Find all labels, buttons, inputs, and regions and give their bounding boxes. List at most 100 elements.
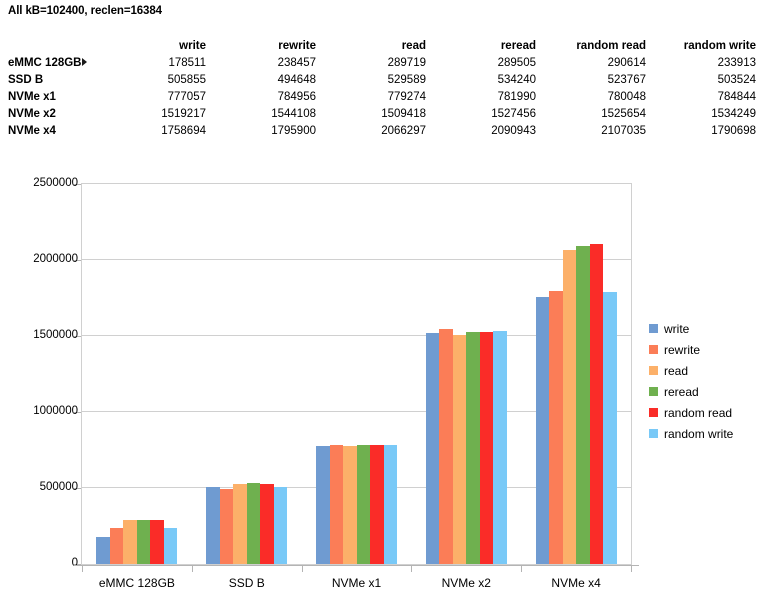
table-row: NVMe x4 1758694 1795900 2066297 2090943 … bbox=[0, 123, 768, 140]
row-label-text: NVMe x1 bbox=[8, 91, 56, 103]
bar-random-write bbox=[383, 444, 397, 564]
legend-label: read bbox=[664, 363, 689, 378]
cell-value: 1527456 bbox=[491, 108, 536, 120]
bar-write bbox=[535, 296, 550, 564]
bar-reread bbox=[246, 482, 261, 564]
cell-value: 1534249 bbox=[711, 108, 756, 120]
x-axis-tick bbox=[191, 565, 193, 572]
bar-chart: 0 500000 1000000 1500000 2000000 2500000 eMMC… bbox=[0, 170, 768, 616]
bar-groups bbox=[82, 184, 631, 564]
row-header-nvme-x4: NVMe x4 bbox=[0, 123, 108, 140]
cell-overflow-marker-icon bbox=[81, 58, 87, 67]
cell-value: 233913 bbox=[717, 57, 756, 69]
bar-read bbox=[343, 445, 357, 564]
cell-value: 1519217 bbox=[161, 108, 206, 120]
cell-value: 1795900 bbox=[271, 125, 316, 137]
bar-group bbox=[425, 184, 507, 564]
y-axis-label: 2500000 bbox=[33, 177, 78, 189]
legend-label: random read bbox=[664, 405, 733, 420]
bar-group bbox=[96, 184, 178, 564]
cell-value: 529589 bbox=[387, 74, 426, 86]
bar-rewrite bbox=[439, 329, 453, 564]
x-axis-label: NVMe x1 bbox=[331, 576, 382, 590]
x-axis-tick bbox=[301, 565, 303, 572]
bar-reread bbox=[576, 246, 590, 564]
column-header-reread: reread bbox=[500, 40, 536, 52]
bar-reread bbox=[356, 445, 370, 564]
bar-random-read bbox=[479, 332, 494, 564]
legend-label: write bbox=[664, 321, 690, 336]
bar-read bbox=[452, 334, 467, 564]
bar-write bbox=[96, 536, 110, 564]
bar-group bbox=[316, 184, 397, 564]
bar-rewrite bbox=[549, 291, 563, 564]
cell-value: 784956 bbox=[277, 91, 316, 103]
bar-random-write bbox=[163, 528, 178, 564]
cell-value: 779274 bbox=[387, 91, 426, 103]
cell-value: 289505 bbox=[497, 57, 536, 69]
cell-value: 238457 bbox=[277, 57, 316, 69]
benchmark-table: write rewrite read reread random read ra… bbox=[0, 38, 768, 140]
cell-value: 2066297 bbox=[381, 125, 426, 137]
legend-swatch-icon bbox=[649, 324, 658, 333]
table-body: eMMC 128GB 178511 238457 289719 289505 2… bbox=[0, 55, 768, 140]
bar-random-write bbox=[493, 330, 507, 564]
legend-label: random write bbox=[664, 426, 734, 441]
bar-rewrite bbox=[329, 444, 343, 564]
legend-label: reread bbox=[664, 384, 699, 399]
row-header-emmc: eMMC 128GB bbox=[0, 55, 108, 72]
x-axis-label: eMMC 128GB bbox=[98, 576, 175, 590]
legend-item-write[interactable]: write bbox=[649, 318, 733, 339]
cell-value: 781990 bbox=[497, 91, 536, 103]
legend-swatch-icon bbox=[649, 387, 658, 396]
table-row: NVMe x2 1519217 1544108 1509418 1527456 … bbox=[0, 106, 768, 123]
cell-value: 1790698 bbox=[711, 125, 756, 137]
cell-value: 523767 bbox=[607, 74, 646, 86]
row-label-text: NVMe x4 bbox=[8, 125, 56, 137]
legend-item-read[interactable]: read bbox=[649, 360, 733, 381]
bar-rewrite bbox=[109, 527, 124, 564]
cell-value: 1509418 bbox=[381, 108, 426, 120]
x-axis-tick bbox=[411, 565, 413, 572]
legend-item-random-write[interactable]: random write bbox=[649, 423, 733, 444]
x-axis-label: NVMe x4 bbox=[551, 576, 601, 590]
legend-item-reread[interactable]: reread bbox=[649, 381, 733, 402]
column-header-read: read bbox=[401, 40, 426, 52]
bar-group bbox=[206, 184, 288, 564]
cell-value: 503524 bbox=[717, 74, 756, 86]
row-label-text: SSD B bbox=[8, 74, 44, 86]
bar-write bbox=[316, 445, 330, 564]
cell-value: 178511 bbox=[168, 57, 206, 69]
x-axis-tick bbox=[82, 565, 83, 572]
x-axis-label: NVMe x2 bbox=[441, 576, 491, 590]
chart-legend: write rewrite read reread random read random … bbox=[649, 318, 733, 444]
bar-read bbox=[233, 483, 247, 564]
column-header-random-read: random read bbox=[576, 40, 646, 52]
cell-value: 784844 bbox=[717, 91, 756, 103]
row-label-text: eMMC 128GB bbox=[8, 57, 82, 69]
cell-value: 534240 bbox=[497, 74, 536, 86]
cell-value: 777057 bbox=[167, 91, 206, 103]
legend-item-rewrite[interactable]: rewrite bbox=[649, 339, 733, 360]
bar-random-read bbox=[260, 484, 274, 564]
bar-read bbox=[562, 249, 577, 564]
cell-value: 1525654 bbox=[601, 108, 646, 120]
x-axis-tick bbox=[521, 565, 523, 572]
legend-item-random-read[interactable]: random read bbox=[649, 402, 733, 423]
x-axis-label: SSD B bbox=[228, 576, 265, 590]
row-header-nvme-x2: NVMe x2 bbox=[0, 106, 108, 123]
cell-value: 289719 bbox=[387, 57, 426, 69]
bar-read bbox=[123, 519, 137, 564]
sheet-title: All kB=102400, reclen=16384 bbox=[8, 5, 162, 17]
cell-value: 780048 bbox=[607, 91, 646, 103]
row-header-nvme-x1: NVMe x1 bbox=[0, 89, 108, 106]
column-header-rewrite: rewrite bbox=[278, 40, 316, 52]
y-axis-label: 0 bbox=[71, 557, 78, 569]
cell-value: 1758694 bbox=[161, 125, 206, 137]
column-header-random-write: random write bbox=[683, 40, 756, 52]
column-header-write: write bbox=[179, 40, 206, 52]
x-axis-line bbox=[74, 565, 639, 566]
bar-rewrite bbox=[219, 488, 234, 564]
row-label-text: NVMe x2 bbox=[8, 108, 56, 120]
legend-swatch-icon bbox=[649, 345, 658, 354]
